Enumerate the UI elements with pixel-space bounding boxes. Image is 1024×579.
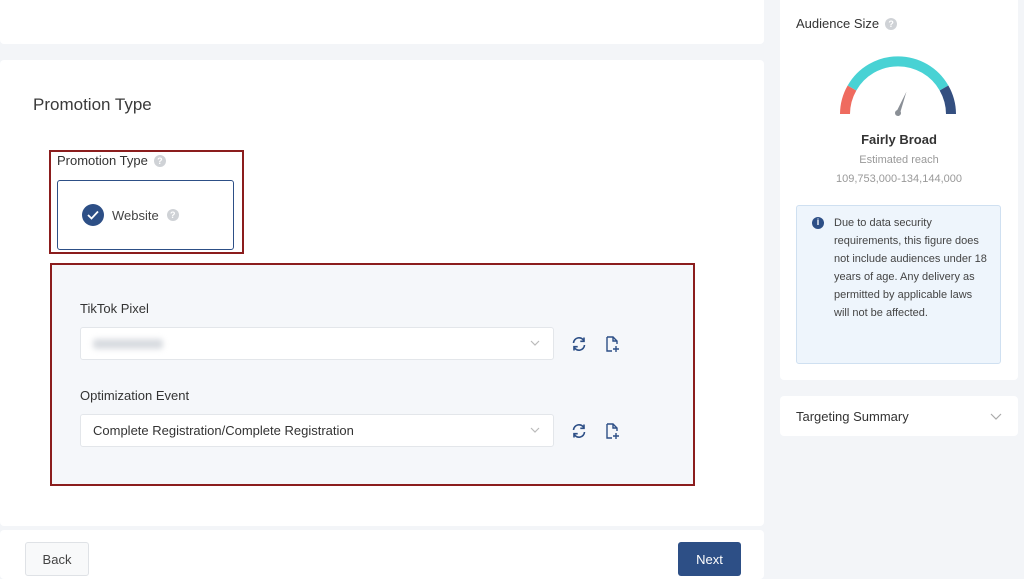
estimated-reach-range: 109,753,000-134,144,000 [835, 173, 962, 185]
gauge-segment-middle [847, 56, 949, 91]
optimization-event-select[interactable]: Complete Registration/Complete Registrat… [80, 414, 554, 447]
previous-section-card [0, 0, 764, 44]
check-circle-icon [82, 204, 104, 226]
refresh-icon[interactable] [570, 335, 588, 353]
website-option[interactable]: Website ? [57, 180, 234, 250]
chevron-down-icon [990, 413, 1002, 420]
info-icon: i [812, 217, 824, 229]
age-notice-text: Due to data security requirements, this … [834, 217, 987, 319]
audience-size-title: Audience Size ? [796, 16, 898, 31]
back-button[interactable]: Back [25, 542, 89, 576]
next-button[interactable]: Next [678, 542, 741, 576]
tiktok-pixel-select[interactable] [80, 327, 554, 360]
gauge-segment-broad [939, 85, 956, 115]
help-icon[interactable]: ? [885, 17, 898, 30]
promotion-type-label-text: Promotion Type [57, 153, 148, 168]
optimization-event-label: Optimization Event [80, 388, 190, 403]
website-label: Website [112, 207, 159, 223]
chevron-down-icon [530, 340, 540, 346]
targeting-summary-toggle[interactable]: Targeting Summary [780, 396, 1018, 436]
file-add-icon[interactable] [603, 335, 621, 353]
gauge-needle [895, 91, 907, 116]
audience-gauge [840, 56, 956, 116]
help-icon[interactable]: ? [166, 209, 179, 221]
help-icon[interactable]: ? [153, 154, 166, 167]
section-title: Promotion Type [33, 95, 152, 114]
optimization-event-value: Complete Registration/Complete Registrat… [93, 423, 354, 438]
estimated-reach-label: Estimated reach [859, 154, 939, 166]
audience-level: Fairly Broad [861, 132, 937, 147]
age-notice: i Due to data security requirements, thi… [796, 205, 1001, 364]
gauge-segment-narrow [840, 85, 857, 115]
tiktok-pixel-label: TikTok Pixel [80, 301, 149, 316]
promotion-type-label: Promotion Type ? [57, 153, 166, 168]
pixel-settings-highlight [50, 263, 695, 486]
audience-size-title-text: Audience Size [796, 16, 880, 31]
tiktok-pixel-value-blurred [93, 338, 163, 349]
targeting-summary-title: Targeting Summary [796, 408, 909, 424]
footer-bar [0, 530, 764, 579]
chevron-down-icon [530, 427, 540, 433]
file-add-icon[interactable] [603, 422, 621, 440]
refresh-icon[interactable] [570, 422, 588, 440]
